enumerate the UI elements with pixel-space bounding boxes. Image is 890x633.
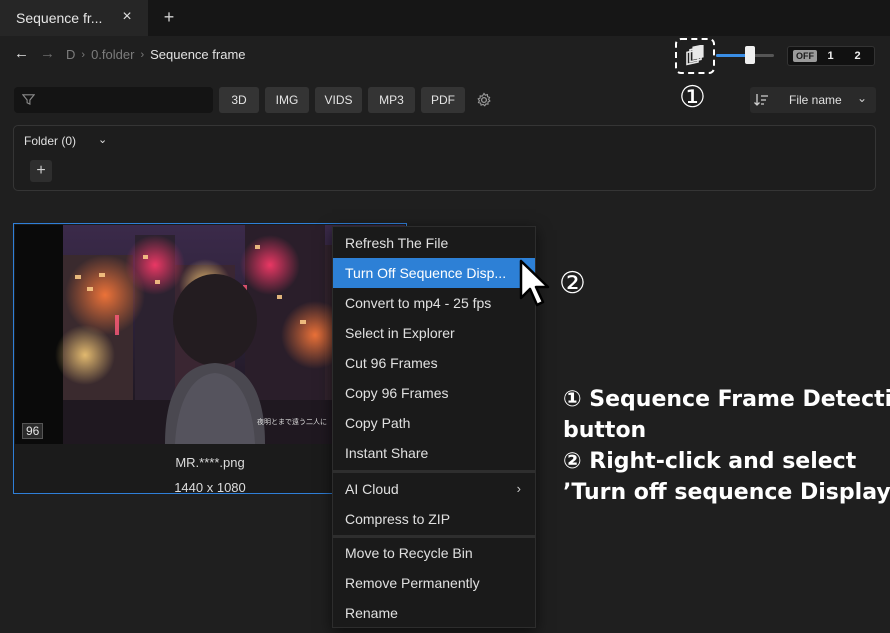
step-1-marker: ①: [679, 80, 706, 115]
video-subtitle: 夜明とまで遠う二人に: [257, 417, 327, 426]
frame-count-badge: 96: [22, 423, 44, 439]
chevron-right-icon: ›: [516, 481, 521, 496]
toggle-off-option[interactable]: OFF: [793, 50, 817, 62]
tab-title: Sequence fr...: [16, 10, 103, 26]
menu-item-convert-mp4[interactable]: Convert to mp4 - 25 fps: [333, 288, 535, 318]
chevron-down-icon[interactable]: ⌄: [98, 133, 107, 146]
close-icon[interactable]: ×: [120, 9, 134, 25]
menu-item-turn-off-sequence-display[interactable]: Turn Off Sequence Disp...: [333, 258, 535, 288]
filter-chip-mp3[interactable]: MP3: [368, 87, 415, 113]
filter-chip-vids[interactable]: VIDS: [315, 87, 362, 113]
slider-fill: [716, 54, 748, 57]
forward-arrow-icon[interactable]: →: [40, 46, 56, 62]
breadcrumb-separator: ›: [140, 48, 145, 61]
sort-dropdown[interactable]: File name ⌄: [750, 87, 876, 113]
filter-chip-3d[interactable]: 3D: [219, 87, 259, 113]
folder-panel: Folder (0) ⌄ +: [13, 125, 876, 191]
menu-item-copy-frames[interactable]: Copy 96 Frames: [333, 378, 535, 408]
filter-chip-pdf[interactable]: PDF: [421, 87, 465, 113]
breadcrumb-separator: ›: [81, 48, 86, 61]
add-tab-icon[interactable]: +: [160, 8, 178, 26]
menu-item-select-in-explorer[interactable]: Select in Explorer: [333, 318, 535, 348]
breadcrumb-item-folder[interactable]: 0.folder: [91, 47, 134, 62]
sequence-frames-icon: [686, 45, 704, 66]
add-folder-button[interactable]: +: [30, 160, 52, 182]
filter-chip-img[interactable]: IMG: [265, 87, 309, 113]
sequence-frame-detection-button[interactable]: [675, 38, 715, 74]
annotation-line: ① Sequence Frame Detection: [563, 387, 890, 412]
menu-item-refresh[interactable]: Refresh The File: [333, 228, 535, 258]
menu-divider: [333, 470, 535, 473]
back-arrow-icon[interactable]: ←: [14, 46, 30, 62]
filter-search-box: [14, 87, 213, 113]
sort-icon: [754, 94, 768, 106]
breadcrumb-item-d[interactable]: D: [66, 47, 75, 62]
menu-item-compress-zip[interactable]: Compress to ZIP: [333, 504, 535, 534]
annotation-line: button: [563, 418, 647, 443]
menu-item-recycle-bin[interactable]: Move to Recycle Bin: [333, 538, 535, 568]
menu-item-instant-share[interactable]: Instant Share: [333, 438, 535, 468]
toggle-option-1[interactable]: 1: [817, 50, 844, 62]
menu-item-copy-path[interactable]: Copy Path: [333, 408, 535, 438]
menu-item-ai-cloud[interactable]: AI Cloud ›: [333, 474, 535, 504]
menu-item-rename[interactable]: Rename: [333, 598, 535, 628]
toggle-option-2[interactable]: 2: [844, 50, 871, 62]
breadcrumb: D › 0.folder › Sequence frame: [66, 47, 246, 62]
step-2-marker: ②: [559, 266, 586, 301]
slider-handle[interactable]: [745, 46, 755, 64]
menu-item-remove-permanently[interactable]: Remove Permanently: [333, 568, 535, 598]
annotation-line: ’Turn off sequence Display’: [563, 480, 890, 505]
gear-icon[interactable]: [476, 92, 492, 108]
annotation-line: ② Right-click and select: [563, 449, 857, 474]
tab-sequence-frame[interactable]: Sequence fr... ×: [0, 0, 148, 36]
menu-item-cut-frames[interactable]: Cut 96 Frames: [333, 348, 535, 378]
sort-label: File name: [789, 93, 842, 107]
instruction-annotation: ① Sequence Frame Detection button ② Righ…: [563, 384, 890, 508]
menu-item-label: AI Cloud: [345, 481, 399, 497]
chevron-down-icon: ⌄: [857, 91, 868, 105]
context-menu: Refresh The File Turn Off Sequence Disp.…: [332, 226, 536, 628]
mouse-cursor-icon: [519, 259, 550, 307]
breadcrumb-item-current: Sequence frame: [150, 47, 246, 62]
sequence-mode-toggle: OFF 1 2: [787, 46, 875, 66]
filter-input[interactable]: [40, 87, 210, 113]
tab-bar: Sequence fr... × +: [0, 0, 890, 36]
folder-panel-title[interactable]: Folder (0): [24, 134, 76, 148]
filter-funnel-icon: [22, 94, 35, 106]
